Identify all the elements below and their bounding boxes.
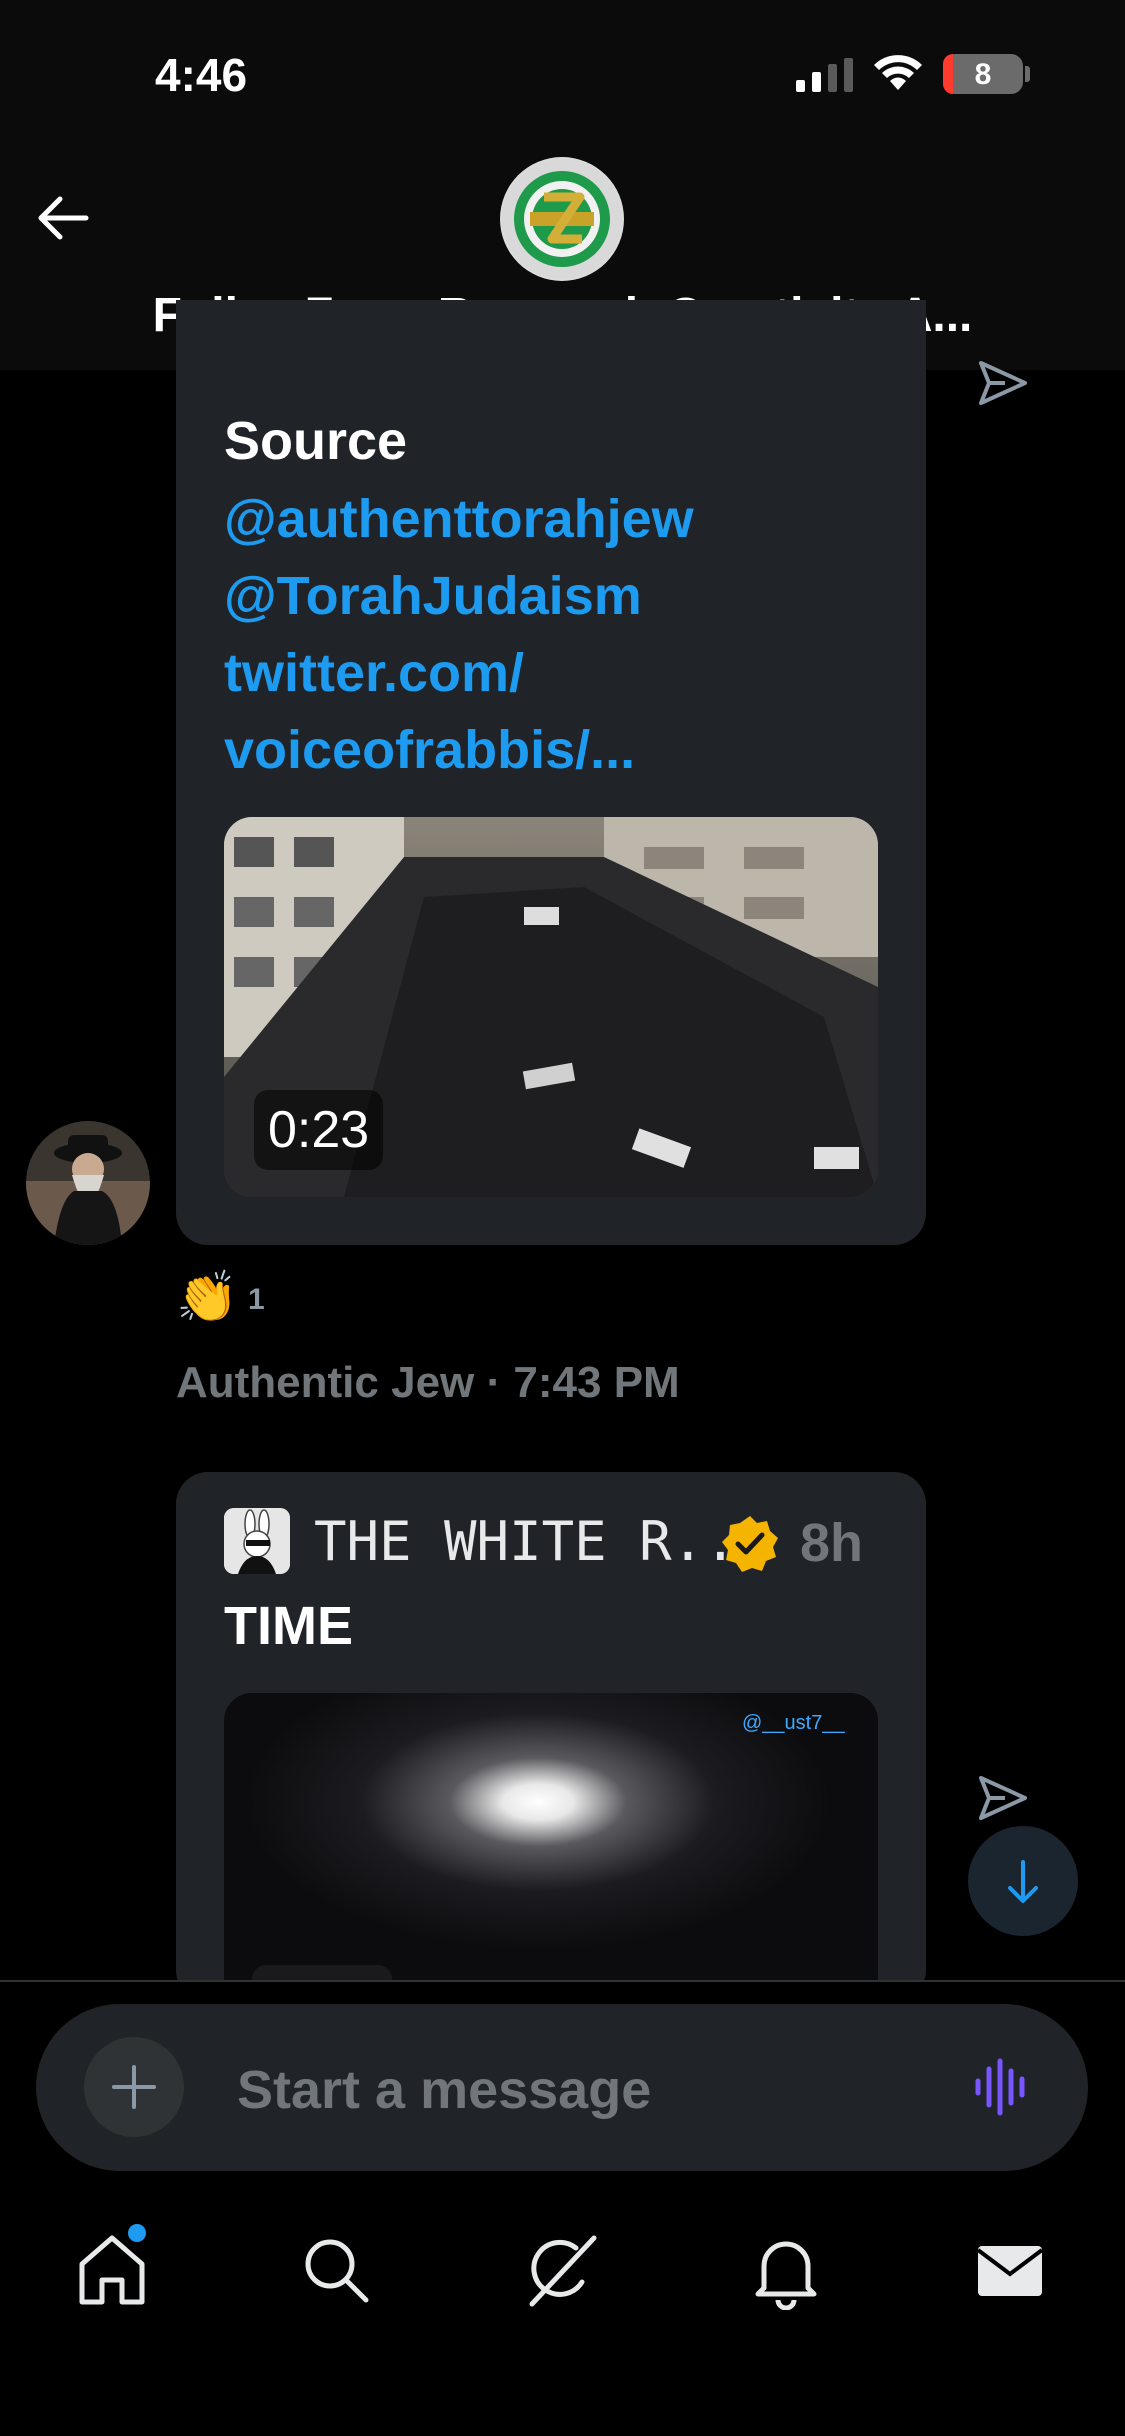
scroll-down-icon	[1008, 1860, 1038, 1903]
back-arrow-icon[interactable]	[30, 185, 96, 251]
battery-level: 8	[974, 58, 992, 91]
url-link[interactable]: twitter.com/	[224, 642, 524, 704]
white-rabbit-avatar-icon	[224, 1508, 290, 1574]
battery-cap	[1025, 66, 1030, 82]
avatar	[224, 1508, 290, 1574]
video-thumbnail[interactable]	[224, 1693, 878, 2023]
avatar[interactable]	[26, 1121, 150, 1245]
send-icon[interactable]	[975, 1770, 1031, 1826]
status-time: 4:46	[155, 49, 248, 101]
mail-icon[interactable]	[970, 2230, 1050, 2310]
sender-name: Authentic Jew	[176, 1358, 475, 1407]
video-duration: 0:23	[254, 1090, 384, 1170]
search-icon[interactable]	[296, 2230, 376, 2310]
rabbi-avatar-icon	[26, 1121, 150, 1245]
cellular-signal-icon	[796, 58, 856, 92]
url-link[interactable]: voiceofrabbis/...	[224, 719, 635, 781]
reaction-count: 1	[248, 1283, 265, 1316]
video-watermark: @__ust7__	[742, 1712, 845, 1734]
home-icon[interactable]	[72, 2230, 152, 2310]
quoted-author-name[interactable]: THE WHITE R...	[314, 1510, 769, 1573]
verified-badge-icon	[722, 1516, 778, 1572]
wifi-icon	[874, 55, 922, 90]
send-icon[interactable]	[975, 355, 1031, 411]
add-attachment-button[interactable]	[84, 2037, 184, 2137]
scroll-to-bottom-button[interactable]	[968, 1826, 1078, 1936]
battery-icon: 8	[943, 54, 1023, 94]
bell-icon[interactable]	[746, 2230, 826, 2310]
notification-dot	[128, 2224, 146, 2242]
reaction-emoji[interactable]: 👏	[176, 1268, 238, 1327]
meta-separator: ·	[486, 1358, 514, 1407]
mention-link[interactable]: @authenttorahjew	[224, 488, 694, 550]
voice-icon[interactable]	[972, 2057, 1032, 2117]
mention-link[interactable]: @TorahJudaism	[224, 565, 642, 627]
message-meta: Authentic Jew · 7:43 PM	[176, 1358, 680, 1408]
quoted-post-age: 8h	[800, 1513, 864, 1573]
followz-logo-icon	[502, 159, 622, 279]
bright-light-image	[224, 1693, 878, 2023]
group-avatar[interactable]	[500, 157, 624, 281]
message-input[interactable]	[235, 2054, 929, 2126]
message-time: 7:43 PM	[513, 1358, 680, 1407]
quoted-post-text: TIME	[224, 1596, 353, 1656]
grok-icon[interactable]	[522, 2230, 602, 2310]
message-text: Source	[224, 411, 408, 471]
plus-icon	[112, 2065, 156, 2109]
